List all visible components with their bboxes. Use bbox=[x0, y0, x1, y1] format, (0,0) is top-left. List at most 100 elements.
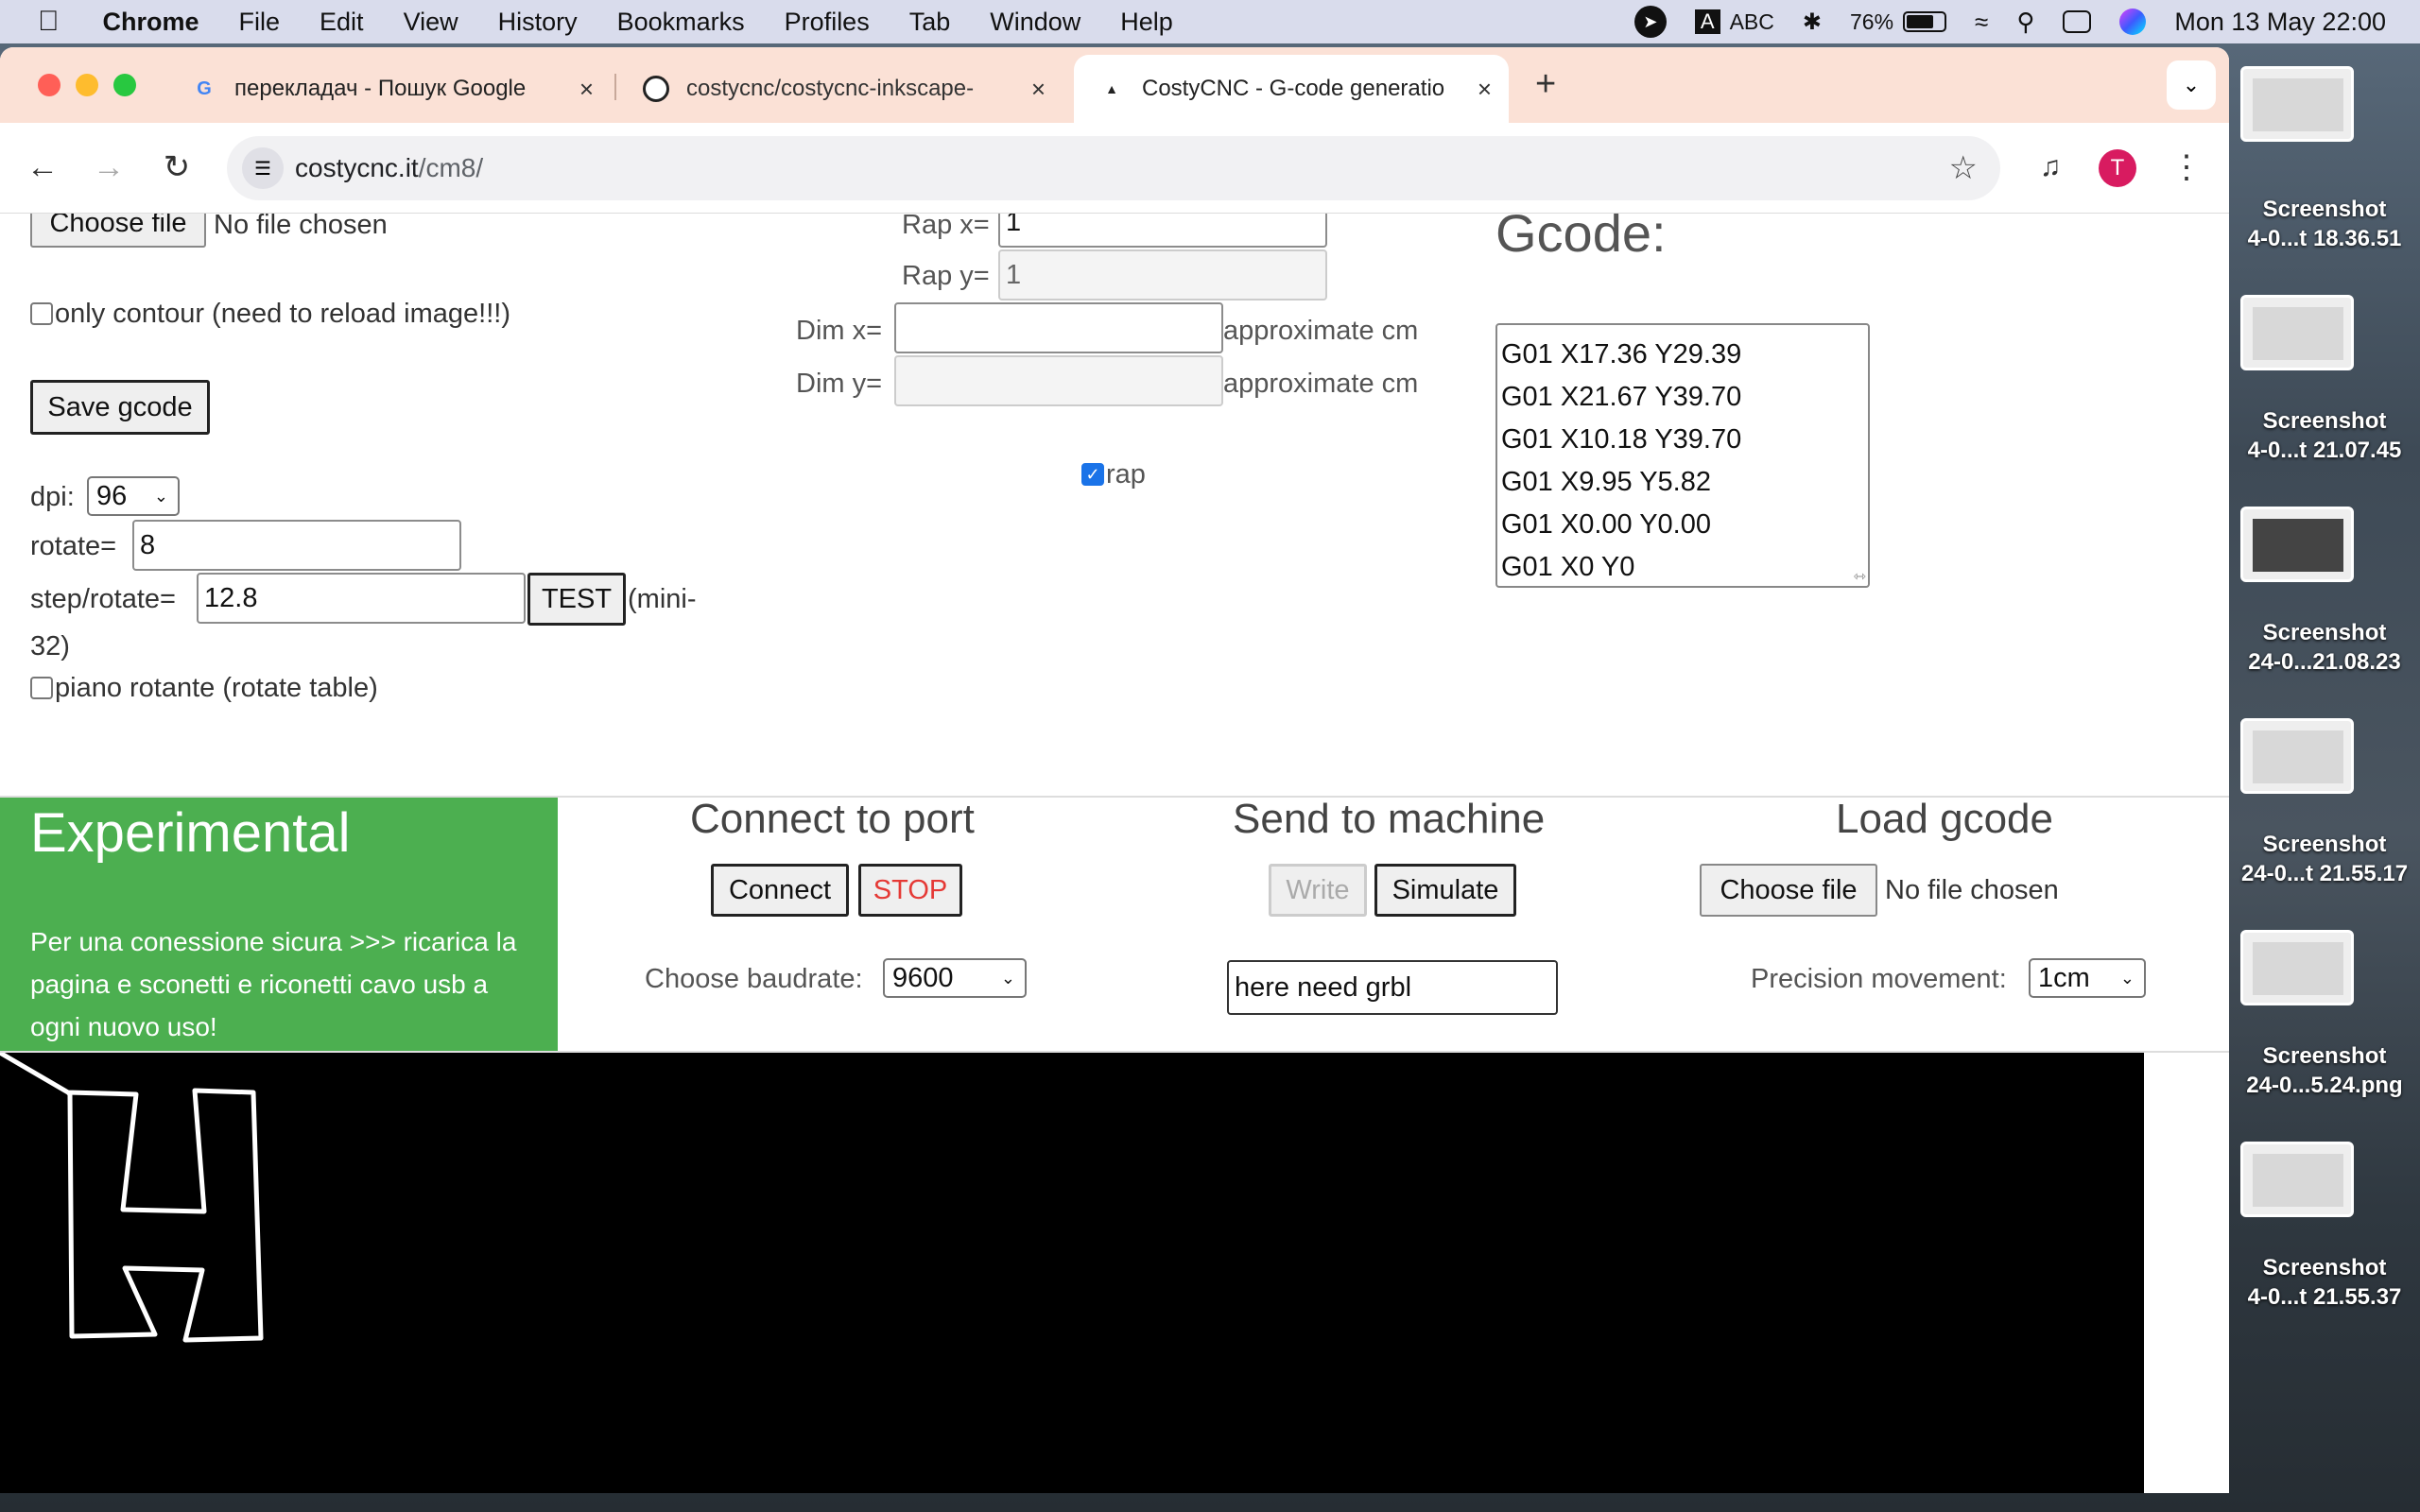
close-tab-icon[interactable]: × bbox=[1031, 75, 1046, 104]
forward-icon[interactable]: → bbox=[85, 144, 132, 191]
tab-search-icon[interactable]: ⌄ bbox=[2167, 60, 2216, 110]
desktop-file-thumbnail[interactable] bbox=[2240, 718, 2354, 794]
tab-github[interactable]: costycnc/costycnc-inkscape- × bbox=[618, 55, 1063, 123]
dim-y-label: Dim y= bbox=[796, 369, 883, 399]
close-tab-icon[interactable]: × bbox=[1478, 75, 1492, 104]
load-gcode-file-button[interactable]: Choose file bbox=[1700, 864, 1877, 917]
menu-profiles[interactable]: Profiles bbox=[785, 8, 870, 37]
minimize-window-button[interactable] bbox=[76, 74, 98, 96]
tab-separator bbox=[614, 74, 616, 100]
desktop-file-label[interactable]: Screenshot 24-0...5.24.png bbox=[2229, 1041, 2420, 1100]
tab-strip: G перекладач - Пошук Google × costycnc/c… bbox=[0, 47, 2229, 123]
menu-edit[interactable]: Edit bbox=[320, 8, 364, 37]
url-text[interactable]: costycnc.it/cm8/ bbox=[295, 153, 483, 183]
only-contour-label: only contour (need to reload image!!!) bbox=[55, 299, 510, 329]
chevron-down-icon: ⌄ bbox=[153, 486, 168, 506]
only-contour-checkbox[interactable] bbox=[30, 302, 53, 325]
rotate-table-label: piano rotante (rotate table) bbox=[55, 673, 378, 703]
choose-image-file-button[interactable]: Choose file bbox=[30, 214, 206, 248]
connect-heading: Connect to port bbox=[690, 796, 975, 842]
menu-bookmarks[interactable]: Bookmarks bbox=[617, 8, 745, 37]
desktop-file-label[interactable]: Screenshot 4-0...t 18.36.51 bbox=[2229, 195, 2420, 253]
baudrate-select[interactable]: 9600 ⌄ bbox=[883, 958, 1027, 998]
new-tab-icon[interactable]: + bbox=[1535, 64, 1556, 105]
battery-icon[interactable] bbox=[1903, 11, 1947, 32]
desktop-file-label[interactable]: Screenshot 4-0...t 21.55.37 bbox=[2229, 1253, 2420, 1312]
experimental-title: Experimental bbox=[30, 802, 351, 864]
site-settings-icon[interactable]: ☰ bbox=[242, 147, 284, 189]
menu-window[interactable]: Window bbox=[990, 8, 1080, 37]
rap-y-input[interactable] bbox=[998, 249, 1327, 301]
dpi-value: 96 bbox=[96, 480, 128, 511]
clock[interactable]: Mon 13 May 22:00 bbox=[2174, 8, 2386, 37]
experimental-text: Per una conessione sicura >>> ricarica l… bbox=[30, 927, 517, 1041]
menu-view[interactable]: View bbox=[404, 8, 458, 37]
write-button[interactable]: Write bbox=[1269, 864, 1367, 917]
save-gcode-button[interactable]: Save gcode bbox=[30, 380, 210, 435]
grbl-input[interactable] bbox=[1227, 960, 1558, 1015]
desktop-file-label[interactable]: Screenshot 24-0...21.08.23 bbox=[2229, 618, 2420, 677]
address-bar[interactable]: ☰ costycnc.it/cm8/ ☆ bbox=[227, 136, 2000, 200]
dim-y-input[interactable] bbox=[894, 355, 1223, 406]
tab-title: CostyCNC - G-code generatio bbox=[1142, 76, 1445, 101]
gcode-textarea[interactable]: G01 X20.82 Y29.70 G01 X17.36 Y29.39 G01 … bbox=[1495, 323, 1870, 588]
url-path: /cm8/ bbox=[418, 153, 484, 182]
menu-bar:  Chrome File Edit View History Bookmark… bbox=[0, 0, 2420, 43]
rap-x-label: Rap x= bbox=[902, 214, 990, 240]
desktop-file-thumbnail[interactable] bbox=[2240, 295, 2354, 370]
desktop-file-label[interactable]: Screenshot 24-0...t 21.55.17 bbox=[2229, 830, 2420, 888]
reload-icon[interactable]: ↻ bbox=[153, 144, 200, 191]
profile-avatar[interactable]: T bbox=[2099, 149, 2136, 187]
desktop-file-thumbnail[interactable] bbox=[2240, 66, 2354, 142]
menu-history[interactable]: History bbox=[498, 8, 578, 37]
rap-checkbox-label: rap bbox=[1106, 459, 1146, 490]
rap-checkbox[interactable]: ✓ bbox=[1081, 463, 1104, 486]
media-control-icon[interactable]: ♫ bbox=[2027, 144, 2074, 191]
load-heading: Load gcode bbox=[1836, 796, 2053, 842]
desktop-file-thumbnail[interactable] bbox=[2240, 1142, 2354, 1217]
step-rotate-input[interactable] bbox=[197, 573, 526, 624]
telegram-icon[interactable]: ➤ bbox=[1634, 6, 1667, 38]
maximize-window-button[interactable] bbox=[113, 74, 136, 96]
connect-button[interactable]: Connect bbox=[711, 864, 849, 917]
dim-x-label: Dim x= bbox=[796, 316, 883, 346]
browser-window: G перекладач - Пошук Google × costycnc/c… bbox=[0, 47, 2229, 1493]
apple-icon[interactable]:  bbox=[38, 6, 60, 38]
resize-handle-icon[interactable]: ⇿ bbox=[1854, 567, 1866, 586]
desktop-file-thumbnail[interactable] bbox=[2240, 930, 2354, 1005]
control-center-icon[interactable] bbox=[2063, 10, 2092, 33]
page-content: Choose file No file chosen only contour … bbox=[0, 214, 2229, 1493]
rotate-table-checkbox[interactable] bbox=[30, 677, 53, 699]
bluetooth-icon[interactable]: ✱ bbox=[1803, 9, 1822, 36]
dim-x-input[interactable] bbox=[894, 302, 1223, 353]
input-source-icon[interactable]: A bbox=[1694, 9, 1720, 34]
siri-icon[interactable] bbox=[2119, 9, 2147, 35]
gcode-heading: Gcode: bbox=[1495, 214, 1667, 263]
rotate-input[interactable] bbox=[132, 520, 461, 571]
precision-select[interactable]: 1cm ⌄ bbox=[2029, 958, 2146, 998]
bookmark-star-icon[interactable]: ☆ bbox=[1949, 149, 1978, 187]
rap-x-input[interactable] bbox=[998, 214, 1327, 248]
close-tab-icon[interactable]: × bbox=[579, 75, 594, 104]
menu-tab[interactable]: Tab bbox=[909, 8, 951, 37]
spotlight-search-icon[interactable]: ⚲ bbox=[2016, 8, 2034, 37]
menu-app-name[interactable]: Chrome bbox=[103, 8, 199, 37]
desktop-file-thumbnail[interactable] bbox=[2240, 507, 2354, 582]
close-window-button[interactable] bbox=[38, 74, 60, 96]
desktop-file-label[interactable]: Screenshot 4-0...t 21.07.45 bbox=[2229, 406, 2420, 465]
preview-canvas[interactable] bbox=[0, 1050, 2144, 1493]
menu-help[interactable]: Help bbox=[1120, 8, 1173, 37]
dpi-select[interactable]: 96 ⌄ bbox=[87, 476, 180, 516]
baudrate-value: 9600 bbox=[892, 962, 954, 993]
simulate-button[interactable]: Simulate bbox=[1374, 864, 1516, 917]
wifi-icon[interactable]: ≈ bbox=[1975, 8, 1988, 37]
back-icon[interactable]: ← bbox=[19, 144, 66, 191]
test-button[interactable]: TEST bbox=[527, 573, 626, 626]
menu-file[interactable]: File bbox=[239, 8, 281, 37]
tab-google[interactable]: G перекладач - Пошук Google × bbox=[166, 55, 611, 123]
more-menu-icon[interactable]: ⋮ bbox=[2163, 144, 2210, 191]
stop-button[interactable]: STOP bbox=[858, 864, 962, 917]
tab-costycnc[interactable]: ▲ CostyCNC - G-code generatio × bbox=[1074, 55, 1509, 123]
mini-text: (mini- bbox=[628, 584, 697, 614]
image-file-status: No file chosen bbox=[214, 214, 388, 240]
